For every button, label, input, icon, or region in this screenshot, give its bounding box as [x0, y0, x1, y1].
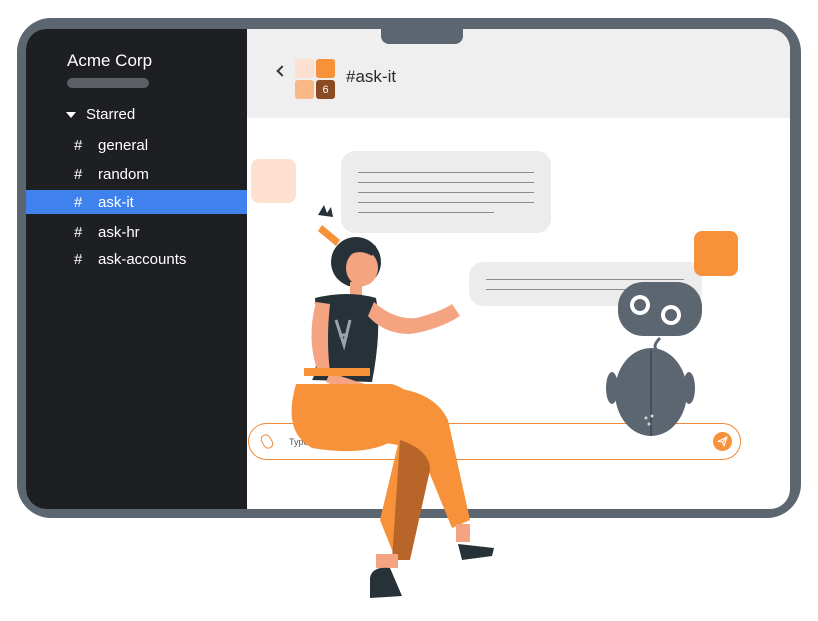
channel-logo: 6: [295, 59, 335, 99]
hash-icon: #: [74, 165, 83, 183]
sidebar: Acme Corp Starred # general # random # a…: [26, 29, 247, 509]
workspace-status-bar: [67, 78, 149, 88]
hash-icon: #: [74, 136, 83, 154]
chevron-left-icon[interactable]: [276, 65, 288, 77]
hash-icon: #: [74, 223, 83, 241]
sidebar-item-label: ask-it: [98, 193, 134, 211]
sidebar-item-ask-hr[interactable]: # ask-hr: [26, 220, 247, 244]
sidebar-item-ask-accounts[interactable]: # ask-accounts: [26, 247, 247, 271]
starred-section-toggle[interactable]: Starred: [66, 106, 135, 123]
hash-icon: #: [74, 250, 83, 268]
sidebar-item-random[interactable]: # random: [26, 162, 247, 186]
logo-square: [295, 59, 314, 78]
hash-icon: #: [74, 193, 83, 211]
message-bubble-outgoing: [469, 262, 702, 306]
text-line: [358, 212, 494, 213]
channel-title: #ask-it: [346, 67, 397, 86]
logo-square: [295, 80, 314, 99]
text-line: [486, 279, 684, 280]
sidebar-item-label: ask-accounts: [98, 250, 187, 268]
text-line: [358, 202, 534, 203]
send-button[interactable]: [713, 432, 732, 451]
avatar: [251, 159, 296, 203]
chat-header: 6 #ask-it: [247, 29, 790, 118]
text-line: [358, 172, 534, 173]
sidebar-item-label: random: [98, 165, 149, 183]
camera-notch: [381, 28, 463, 44]
sidebar-item-general[interactable]: # general: [26, 133, 247, 157]
member-count-badge: 6: [316, 80, 335, 99]
avatar: [694, 231, 738, 276]
text-line: [486, 289, 684, 290]
sidebar-item-ask-it[interactable]: # ask-it: [26, 190, 247, 214]
logo-square: [316, 59, 335, 78]
message-input[interactable]: [289, 433, 669, 451]
caret-down-icon: [66, 111, 76, 118]
message-composer: [248, 423, 741, 460]
sidebar-item-label: ask-hr: [98, 223, 140, 241]
starred-label: Starred: [86, 106, 136, 123]
message-bubble-incoming: [341, 151, 551, 233]
sidebar-item-label: general: [98, 136, 149, 154]
text-line: [358, 192, 534, 193]
send-icon: [717, 436, 728, 447]
text-line: [358, 182, 534, 183]
workspace-name[interactable]: Acme Corp: [67, 51, 152, 71]
paperclip-icon[interactable]: [258, 432, 276, 451]
